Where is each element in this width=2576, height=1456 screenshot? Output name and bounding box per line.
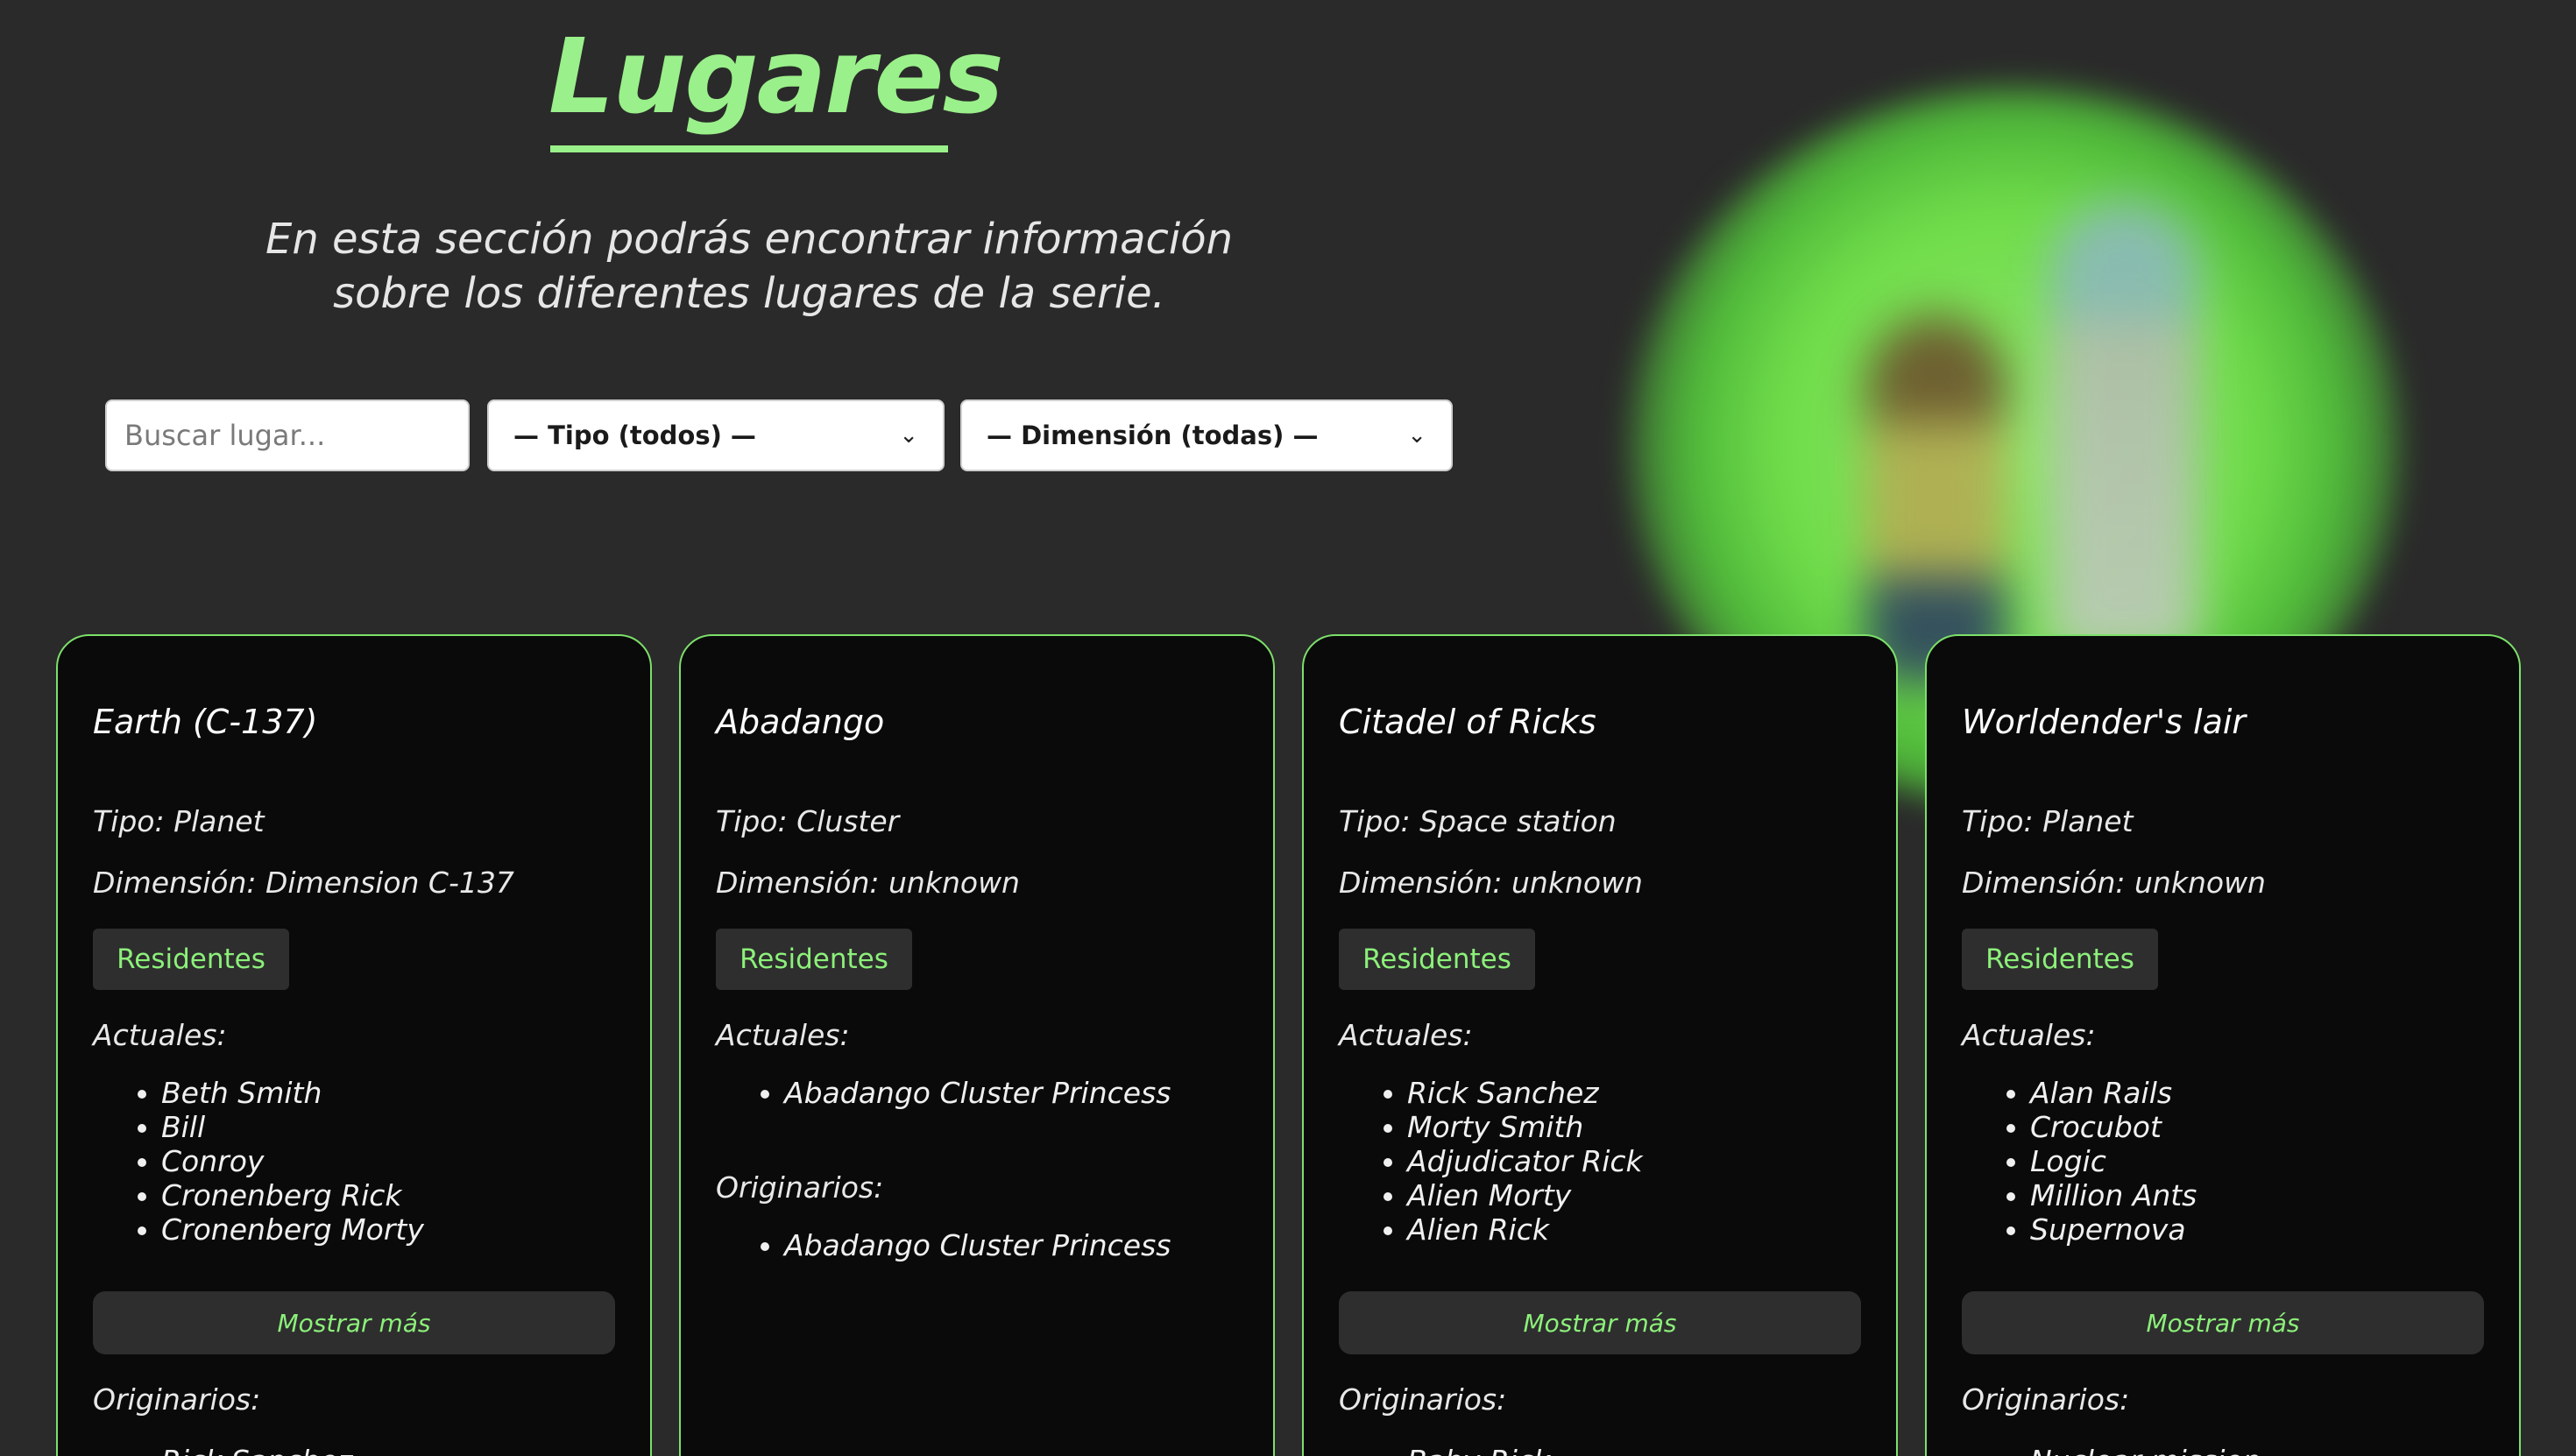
location-dimension: Dimensión: unknown xyxy=(1962,866,2266,900)
search-placeholder: Buscar lugar... xyxy=(124,419,326,452)
resident-item: Morty Smith xyxy=(1407,1110,1643,1144)
resident-item: Logic xyxy=(2030,1144,2197,1178)
resident-item: Adjudicator Rick xyxy=(1407,1144,1643,1178)
original-residents-label: Originarios: xyxy=(93,1382,261,1417)
current-residents-list: Rick Sanchez Morty Smith Adjudicator Ric… xyxy=(1374,1076,1643,1247)
location-type: Tipo: Planet xyxy=(93,804,265,838)
residents-button[interactable]: Residentes xyxy=(93,929,289,990)
location-type: Tipo: Cluster xyxy=(716,804,900,838)
original-residents-list: Abadango Cluster Princess xyxy=(751,1228,1171,1262)
location-name: Citadel of Ricks xyxy=(1339,703,1596,741)
resident-item: Nuclear mission xyxy=(2030,1444,2261,1456)
current-residents-label: Actuales: xyxy=(716,1018,850,1052)
resident-item: Cronenberg Morty xyxy=(161,1212,424,1247)
original-residents-label: Originarios: xyxy=(1962,1382,2130,1417)
title-underline xyxy=(550,145,948,152)
chevron-down-icon: ⌄ xyxy=(1407,422,1426,449)
current-residents-label: Actuales: xyxy=(93,1018,227,1052)
location-card: Abadango Tipo: Cluster Dimensión: unknow… xyxy=(679,634,1275,1456)
resident-item: Million Ants xyxy=(2030,1178,2197,1212)
type-filter-value: — Tipo (todos) — xyxy=(513,421,756,450)
location-card: Worldender's lair Tipo: Planet Dimensión… xyxy=(1925,634,2521,1456)
location-name: Worldender's lair xyxy=(1962,703,2247,741)
original-residents-label: Originarios: xyxy=(1339,1382,1507,1417)
current-residents-list: Beth Smith Bill Conroy Cronenberg Rick C… xyxy=(128,1076,424,1247)
original-residents-label: Originarios: xyxy=(716,1170,884,1205)
resident-item: Cronenberg Rick xyxy=(161,1178,424,1212)
location-dimension: Dimensión: Dimension C-137 xyxy=(93,866,514,900)
show-more-button[interactable]: Mostrar más xyxy=(93,1291,615,1354)
current-residents-label: Actuales: xyxy=(1962,1018,2096,1052)
dimension-filter-select[interactable]: — Dimensión (todas) — ⌄ xyxy=(960,399,1453,471)
resident-item: Alien Rick xyxy=(1407,1212,1643,1247)
location-type: Tipo: Space station xyxy=(1339,804,1617,838)
search-input[interactable]: Buscar lugar... xyxy=(105,399,470,471)
dimension-filter-value: — Dimensión (todas) — xyxy=(987,421,1319,450)
resident-item: Abadango Cluster Princess xyxy=(784,1228,1171,1262)
current-residents-label: Actuales: xyxy=(1339,1018,1473,1052)
original-residents-list: Nuclear mission xyxy=(1997,1444,2261,1456)
resident-item: Bill xyxy=(161,1110,424,1144)
location-type: Tipo: Planet xyxy=(1962,804,2134,838)
location-card: Citadel of Ricks Tipo: Space station Dim… xyxy=(1302,634,1898,1456)
residents-button[interactable]: Residentes xyxy=(716,929,912,990)
rick-figure-image xyxy=(2050,201,2199,657)
residents-button[interactable]: Residentes xyxy=(1339,929,1535,990)
residents-button[interactable]: Residentes xyxy=(1962,929,2158,990)
resident-item: Alan Rails xyxy=(2030,1076,2197,1110)
resident-item: Supernova xyxy=(2030,1212,2197,1247)
show-more-button[interactable]: Mostrar más xyxy=(1962,1291,2484,1354)
resident-item: Crocubot xyxy=(2030,1110,2197,1144)
resident-item: Alien Morty xyxy=(1407,1178,1643,1212)
location-name: Abadango xyxy=(716,703,885,741)
show-more-button[interactable]: Mostrar más xyxy=(1339,1291,1861,1354)
location-dimension: Dimensión: unknown xyxy=(716,866,1020,900)
resident-item: Conroy xyxy=(161,1144,424,1178)
current-residents-list: Alan Rails Crocubot Logic Million Ants S… xyxy=(1997,1076,2197,1247)
location-name: Earth (C-137) xyxy=(93,703,318,741)
original-residents-list: Baby Rick xyxy=(1374,1444,1550,1456)
page-title: Lugares xyxy=(548,16,1004,137)
page: Lugares En esta sección podrás encontrar… xyxy=(0,0,2576,1456)
morty-figure-image xyxy=(1866,315,2006,683)
location-card: Earth (C-137) Tipo: Planet Dimensión: Di… xyxy=(56,634,652,1456)
resident-item: Beth Smith xyxy=(161,1076,424,1110)
resident-item: Baby Rick xyxy=(1407,1444,1550,1456)
current-residents-list: Abadango Cluster Princess xyxy=(751,1076,1171,1110)
resident-item: Abadango Cluster Princess xyxy=(784,1076,1171,1110)
page-subtitle: En esta sección podrás encontrar informa… xyxy=(265,215,1233,318)
original-residents-list: Rick Sanchez xyxy=(128,1444,353,1456)
type-filter-select[interactable]: — Tipo (todos) — ⌄ xyxy=(487,399,945,471)
chevron-down-icon: ⌄ xyxy=(899,422,918,449)
resident-item: Rick Sanchez xyxy=(1407,1076,1643,1110)
resident-item: Rick Sanchez xyxy=(161,1444,353,1456)
location-dimension: Dimensión: unknown xyxy=(1339,866,1643,900)
